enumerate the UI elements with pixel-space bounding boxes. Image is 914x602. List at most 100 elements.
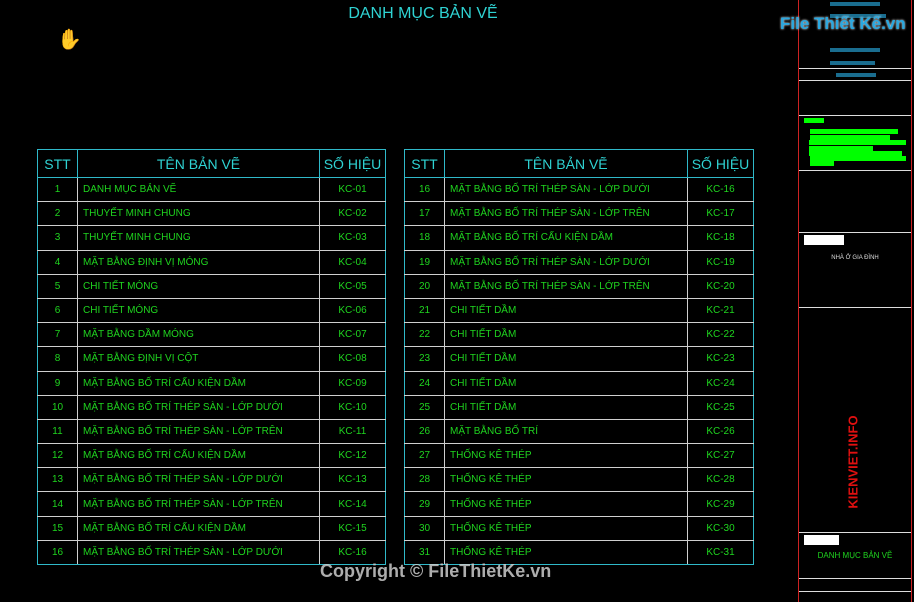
cell-name: MẶT BẰNG BỐ TRÍ CẤU KIỆN DẦM	[77, 370, 320, 396]
sheet-name: DANH MỤC BẢN VẼ	[817, 551, 893, 560]
table-row: 1 DANH MỤC BẢN VẼ KC-01	[37, 176, 386, 203]
table-row: 6 CHI TIẾT MÓNG KC-06	[37, 297, 386, 324]
cell-stt: 24	[404, 370, 445, 396]
cell-name: THUYẾT MINH CHUNG	[77, 201, 320, 227]
frame-border-right	[911, 0, 912, 602]
table-row: 5 CHI TIẾT MÓNG KC-05	[37, 273, 386, 299]
cell-name: CHI TIẾT MÓNG	[77, 273, 320, 299]
table-row: 22 CHI TIẾT DẦM KC-22	[404, 322, 754, 348]
frame-border-left	[798, 0, 799, 602]
drawing-title: DANH MỤC BẢN VẼ	[348, 5, 498, 22]
cell-name: THUYẾT MINH CHUNG	[77, 225, 320, 251]
cell-stt: 14	[37, 491, 78, 517]
cell-code: KC-21	[687, 297, 754, 324]
table-row: 10 MẶT BẰNG BỐ TRÍ THÉP SÀN - LỚP DƯỚI KC-…	[37, 394, 386, 420]
cell-code: KC-17	[687, 201, 754, 227]
cell-stt: 23	[404, 346, 445, 372]
cell-stt: 16	[404, 176, 445, 203]
header-code: SỐ HIỆU	[687, 149, 754, 178]
cell-name: MẶT BẰNG BỐ TRÍ THÉP SÀN - LỚP DƯỚI	[77, 394, 320, 420]
cell-stt: 15	[37, 515, 78, 541]
table-row: 16 MẶT BẰNG BỐ TRÍ THÉP SÀN - LỚP DƯỚI KC-…	[404, 176, 754, 203]
cell-code: KC-27	[687, 443, 754, 469]
table-row: 23 CHI TIẾT DẦM KC-23	[404, 346, 754, 372]
cell-stt: 27	[404, 443, 445, 469]
cell-name: MẶT BẰNG DẦM MÓNG	[77, 322, 320, 348]
kienviet-watermark: KIENVIET.INFO	[845, 415, 861, 509]
cell-code: KC-03	[319, 225, 386, 251]
cell-name: MẶT BẰNG BỐ TRÍ THÉP SÀN - LỚP DƯỚI	[77, 467, 320, 493]
header-stt: STT	[404, 149, 445, 178]
cell-name: CHI TIẾT DẦM	[444, 370, 688, 396]
cell-stt: 22	[404, 322, 445, 348]
table-row: 19 MẶT BẰNG BỐ TRÍ THÉP SÀN - LỚP DƯỚI KC-…	[404, 249, 754, 275]
table-row: 29 THỐNG KÊ THÉP KC-29	[404, 491, 754, 517]
cell-stt: 6	[37, 297, 78, 324]
cell-name: MẶT BẰNG ĐỊNH VỊ MÓNG	[77, 249, 320, 275]
cell-code: KC-30	[687, 515, 754, 541]
drawing-list-table-right: STT TÊN BẢN VẼ SỐ HIỆU 16 MẶT BẰNG BỐ TRÍ…	[404, 149, 754, 566]
cell-stt: 13	[37, 467, 78, 493]
project-name: NHÀ Ở GIA ĐÌNH	[831, 255, 879, 261]
cell-stt: 29	[404, 491, 445, 517]
cell-stt: 8	[37, 346, 78, 372]
cell-stt: 18	[404, 225, 445, 251]
cell-code: KC-11	[319, 418, 386, 445]
table-row: 13 MẶT BẰNG BỐ TRÍ THÉP SÀN - LỚP DƯỚI KC-…	[37, 467, 386, 493]
cell-stt: 25	[404, 394, 445, 420]
copyright-watermark: Copyright © FileThietKe.vn	[320, 561, 552, 581]
cell-stt: 7	[37, 322, 78, 348]
cell-code: KC-12	[319, 443, 386, 469]
cell-name: CHI TIẾT DẦM	[444, 322, 688, 348]
cell-name: MẶT BẰNG BỐ TRÍ CẤU KIỆN DẦM	[77, 443, 320, 469]
table-row: 9 MẶT BẰNG BỐ TRÍ CẤU KIỆN DẦM KC-09	[37, 370, 386, 396]
cell-code: KC-05	[319, 273, 386, 299]
table-row: 24 CHI TIẾT DẦM KC-24	[404, 370, 754, 396]
table-row: 30 THỐNG KÊ THÉP KC-30	[404, 515, 754, 541]
header-stt: STT	[37, 149, 78, 178]
cell-name: MẶT BẰNG BỐ TRÍ THÉP SÀN - LỚP DƯỚI	[444, 176, 688, 203]
cell-name: THỐNG KÊ THÉP	[444, 443, 688, 469]
table-row: 14 MẶT BẰNG BỐ TRÍ THÉP SÀN - LỚP TRÊN KC-…	[37, 491, 386, 517]
table-row: 25 CHI TIẾT DẦM KC-25	[404, 394, 754, 420]
cell-code: KC-09	[319, 370, 386, 396]
cell-stt: 28	[404, 467, 445, 493]
filethietke-logo: File Thiết Kế.vn	[780, 14, 906, 33]
table-row: 20 MẶT BẰNG BỐ TRÍ THÉP SÀN - LỚP TRÊN KC-…	[404, 273, 754, 299]
cell-stt: 12	[37, 443, 78, 469]
cell-stt: 20	[404, 273, 445, 299]
cell-name: MẶT BẰNG BỐ TRÍ CẤU KIỆN DẦM	[444, 225, 688, 251]
cell-stt: 16	[37, 539, 78, 566]
cell-stt: 2	[37, 201, 78, 227]
table-row: 7 MẶT BẰNG DẦM MÓNG KC-07	[37, 322, 386, 348]
cell-stt: 10	[37, 394, 78, 420]
drawing-list-table-left: STT TÊN BẢN VẼ SỐ HIỆU 1 DANH MỤC BẢN VẼ K…	[37, 149, 386, 566]
cell-name: MẶT BẰNG BỐ TRÍ THÉP SÀN - LỚP DƯỚI	[77, 539, 320, 566]
table-row: 11 MẶT BẰNG BỐ TRÍ THÉP SÀN - LỚP TRÊN KC-…	[37, 418, 386, 445]
cell-code: KC-18	[687, 225, 754, 251]
table-row: 3 THUYẾT MINH CHUNG KC-03	[37, 225, 386, 251]
cell-name: MẶT BẰNG BỐ TRÍ CẤU KIỆN DẦM	[77, 515, 320, 541]
cell-name: CHI TIẾT DẦM	[444, 346, 688, 372]
cell-code: KC-22	[687, 322, 754, 348]
cell-name: CHI TIẾT MÓNG	[77, 297, 320, 324]
cell-name: DANH MỤC BẢN VẼ	[77, 176, 320, 203]
cell-stt: 30	[404, 515, 445, 541]
cell-name: MẶT BẰNG BỐ TRÍ THÉP SÀN - LỚP TRÊN	[444, 201, 688, 227]
cell-code: KC-08	[319, 346, 386, 372]
cell-name: CHI TIẾT DẦM	[444, 297, 688, 324]
table-row: 21 CHI TIẾT DẦM KC-21	[404, 297, 754, 324]
cell-code: KC-23	[687, 346, 754, 372]
cell-code: KC-01	[319, 176, 386, 203]
cell-code: KC-31	[687, 539, 754, 566]
table-row: 26 MẶT BẰNG BỐ TRÍ KC-26	[404, 418, 754, 445]
cell-code: KC-20	[687, 273, 754, 299]
cell-code: KC-24	[687, 370, 754, 396]
cell-stt: 11	[37, 418, 78, 445]
cell-name: MẶT BẰNG BỐ TRÍ THÉP SÀN - LỚP TRÊN	[444, 273, 688, 299]
cell-stt: 1	[37, 176, 78, 203]
table-row: 28 THỐNG KÊ THÉP KC-28	[404, 467, 754, 493]
cell-code: KC-26	[687, 418, 754, 445]
cell-stt: 4	[37, 249, 78, 275]
cell-name: MẶT BẰNG BỐ TRÍ THÉP SÀN - LỚP TRÊN	[77, 418, 320, 445]
